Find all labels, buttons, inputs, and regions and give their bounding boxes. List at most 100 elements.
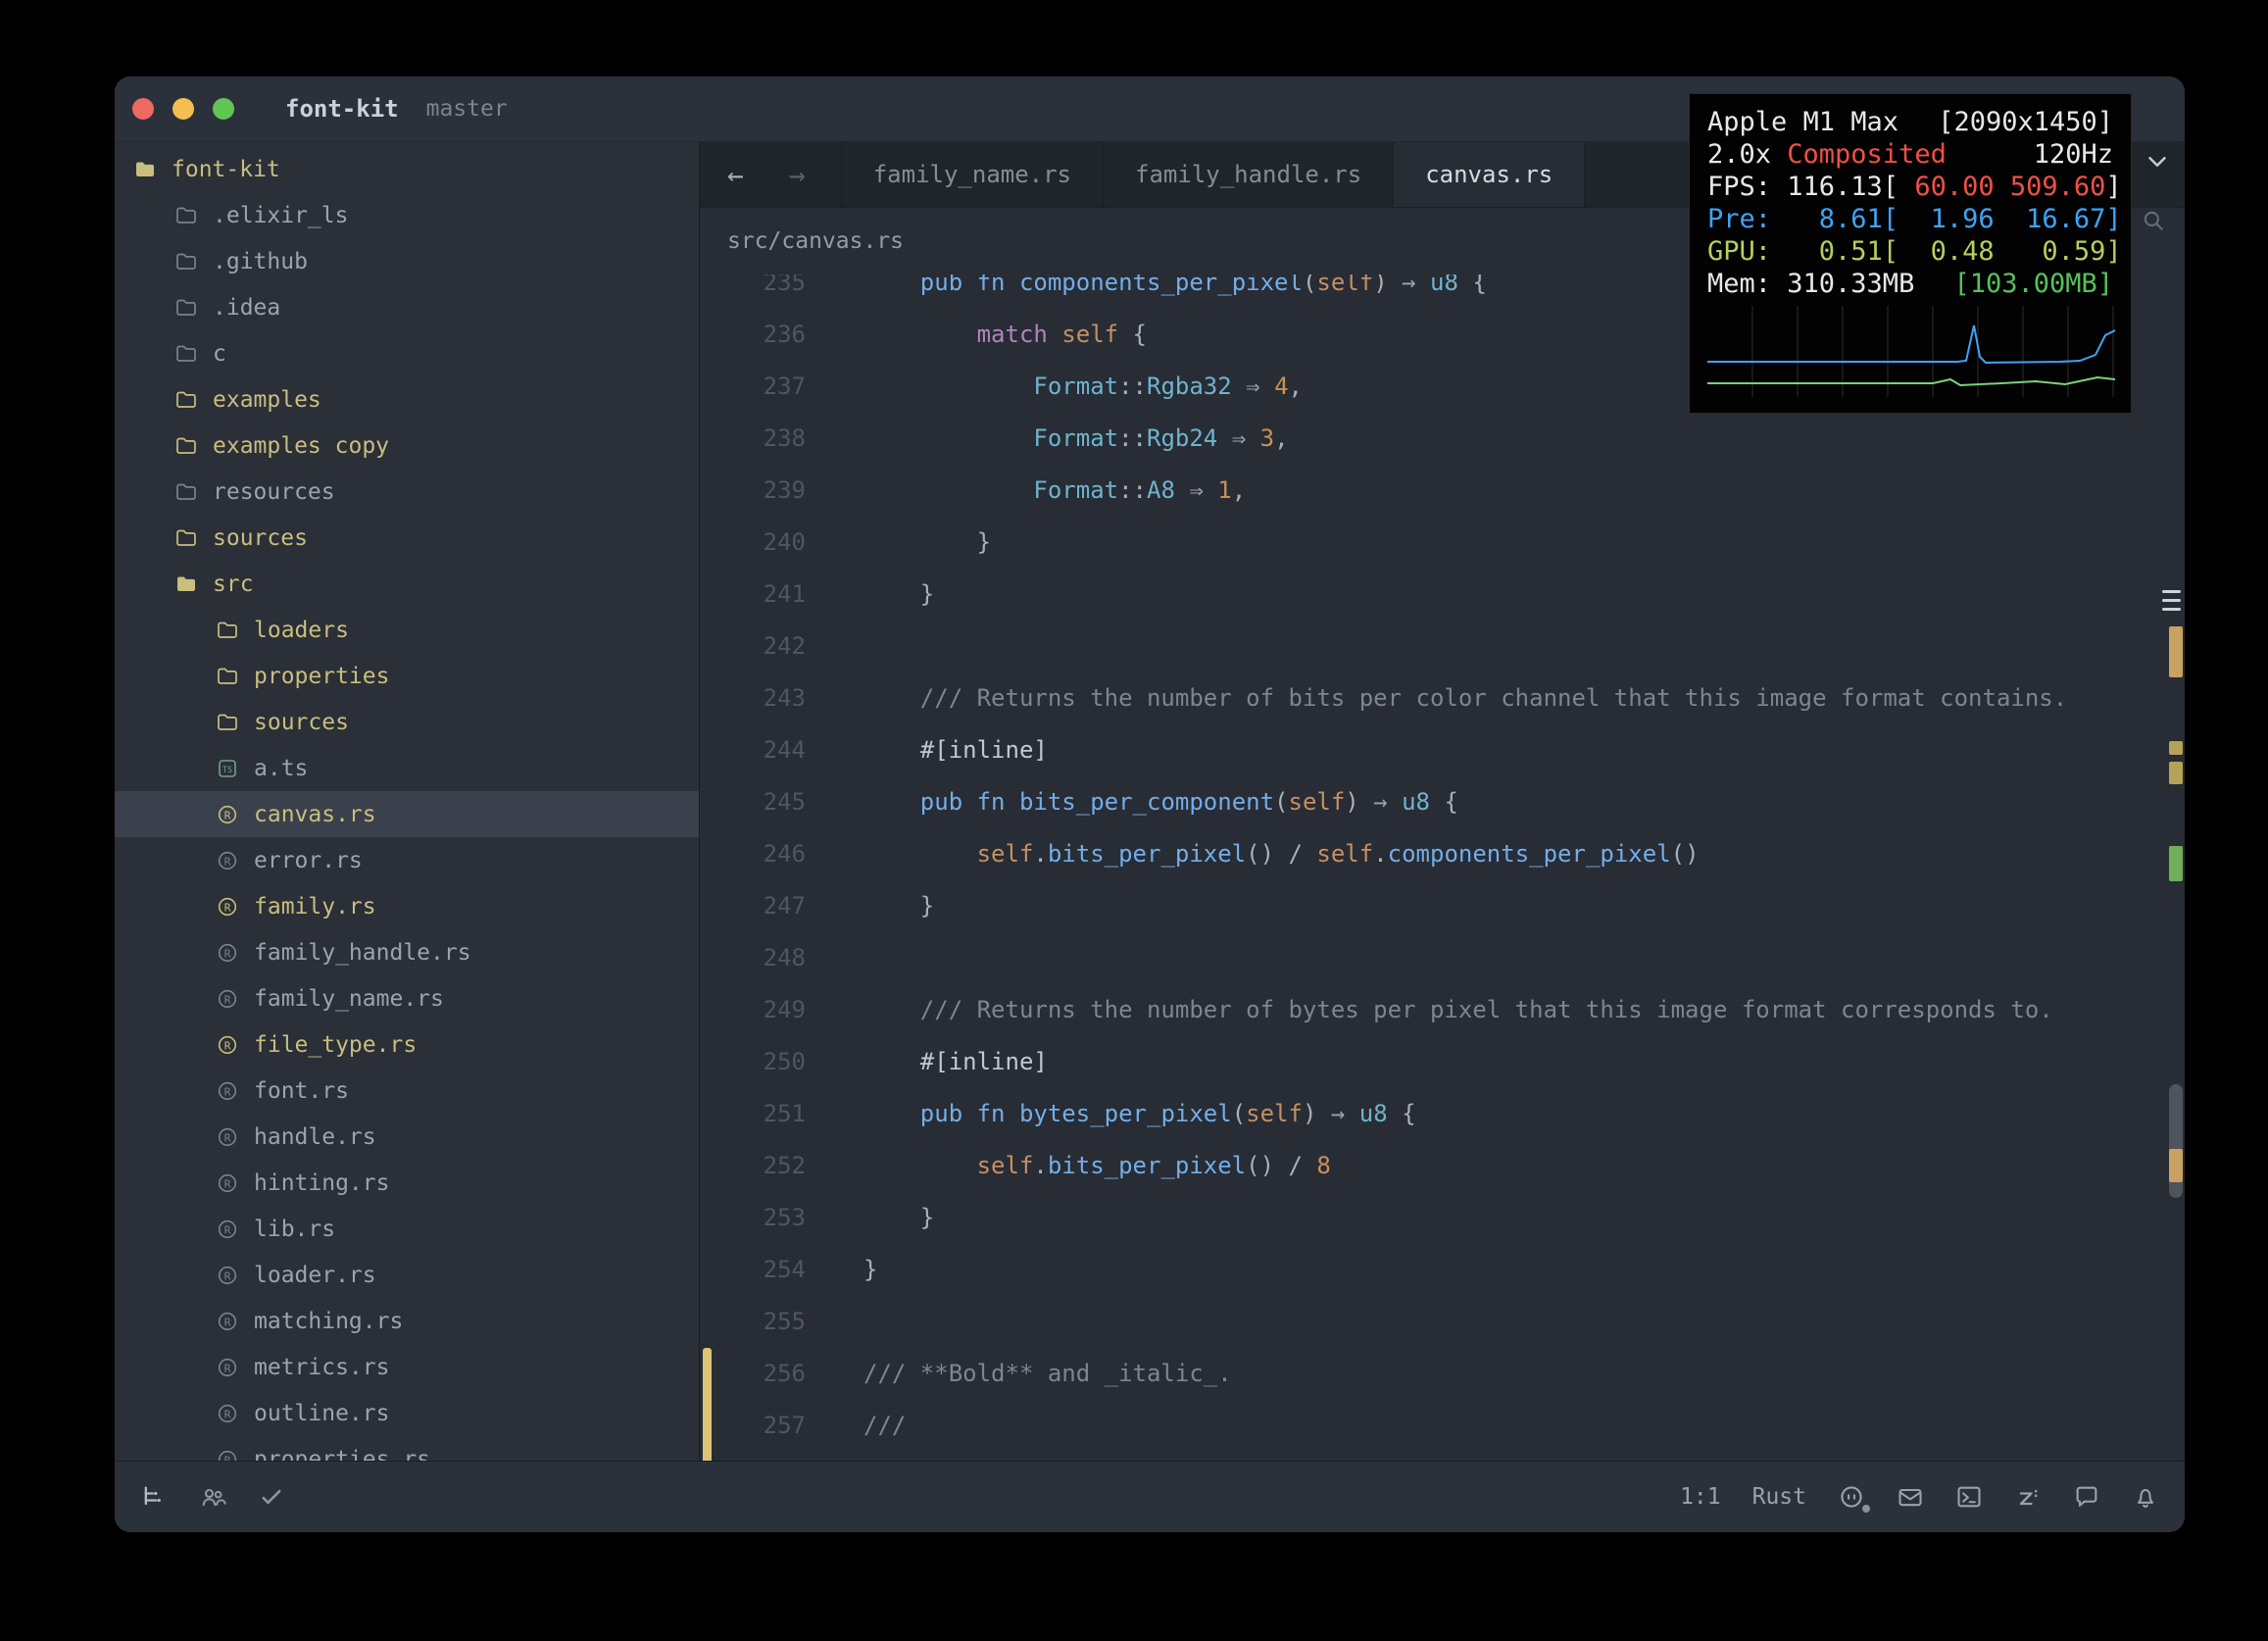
file-tree-item[interactable]: R family.rs	[115, 883, 699, 929]
project-title[interactable]: font-kit	[285, 95, 399, 123]
file-tree-item[interactable]: R loader.rs	[115, 1252, 699, 1298]
file-tree-item[interactable]: examples	[115, 376, 699, 423]
assistant-z-icon[interactable]	[2014, 1483, 2042, 1511]
file-tree-item[interactable]: R font.rs	[115, 1068, 699, 1114]
chevron-down-icon[interactable]	[2143, 147, 2172, 180]
code-line[interactable]: 257 ///	[700, 1400, 2185, 1452]
file-tree-item[interactable]: examples copy	[115, 423, 699, 469]
file-name: c	[213, 341, 226, 367]
code-line[interactable]: 246 self.bits_per_pixel() / self.compone…	[700, 828, 2185, 880]
file-name: hinting.rs	[254, 1170, 389, 1196]
svg-text:R: R	[224, 809, 231, 821]
editor-tab[interactable]: canvas.rs	[1394, 142, 1585, 207]
file-tree-item[interactable]: loaders	[115, 607, 699, 653]
collaboration-icon[interactable]	[199, 1483, 226, 1511]
file-tree-item[interactable]: properties	[115, 653, 699, 699]
rust-icon: R	[215, 1401, 240, 1426]
code-line[interactable]: 247 }	[700, 880, 2185, 932]
git-branch-label[interactable]: master	[426, 96, 508, 122]
file-tree-item[interactable]: src	[115, 561, 699, 607]
code-line[interactable]: 244 #[inline]	[700, 724, 2185, 776]
code-line[interactable]: 249 /// Returns the number of bytes per …	[700, 984, 2185, 1036]
svg-text:R: R	[224, 1039, 231, 1052]
ts-icon: TS	[215, 756, 240, 781]
notifications-bell-icon[interactable]	[2132, 1483, 2159, 1511]
svg-text:R: R	[224, 1408, 231, 1420]
file-tree-item[interactable]: R handle.rs	[115, 1114, 699, 1160]
file-tree-item[interactable]: sources	[115, 515, 699, 561]
minimize-window-button[interactable]	[173, 98, 194, 120]
search-icon[interactable]	[2141, 208, 2166, 237]
file-tree-item[interactable]: TS a.ts	[115, 745, 699, 791]
file-name: matching.rs	[254, 1309, 403, 1334]
editor-tab[interactable]: family_name.rs	[841, 142, 1104, 207]
chat-icon[interactable]	[2073, 1483, 2100, 1511]
line-number: 241	[700, 569, 806, 621]
code-line[interactable]: 254 }	[700, 1244, 2185, 1296]
code-line[interactable]: 250 #[inline]	[700, 1036, 2185, 1088]
code-line[interactable]: 252 self.bits_per_pixel() / 8	[700, 1140, 2185, 1192]
file-tree-item[interactable]: R family_name.rs	[115, 975, 699, 1021]
file-tree-item[interactable]: font-kit	[115, 146, 699, 192]
editor-tab[interactable]: family_handle.rs	[1104, 142, 1394, 207]
code-line[interactable]: 245 pub fn bits_per_component(self) → u8…	[700, 776, 2185, 828]
code-line[interactable]: 238 Format::Rgb24 ⇒ 3,	[700, 413, 2185, 465]
cursor-position[interactable]: 1:1	[1680, 1484, 1721, 1510]
code-line[interactable]: 243 /// Returns the number of bits per c…	[700, 672, 2185, 724]
svg-text:R: R	[224, 1223, 231, 1236]
file-tree-item[interactable]: R family_handle.rs	[115, 929, 699, 975]
diagnostics-check-icon[interactable]	[258, 1483, 285, 1511]
file-tree-item[interactable]: resources	[115, 469, 699, 515]
svg-text:R: R	[224, 1316, 231, 1328]
file-tree-item[interactable]: R outline.rs	[115, 1390, 699, 1436]
file-name: canvas.rs	[254, 802, 376, 827]
file-tree-item[interactable]: R error.rs	[115, 837, 699, 883]
feedback-mail-icon[interactable]	[1897, 1483, 1924, 1511]
close-window-button[interactable]	[132, 98, 154, 120]
file-tree-item[interactable]: R lib.rs	[115, 1206, 699, 1252]
zoom-window-button[interactable]	[213, 98, 234, 120]
code-text: pub fn bytes_per_pixel(self) → u8 {	[863, 1088, 1416, 1140]
code-line[interactable]: 239 Format::A8 ⇒ 1,	[700, 465, 2185, 517]
copilot-icon[interactable]	[1838, 1483, 1865, 1511]
project-panel[interactable]: font-kit .elixir_ls .github .idea c exam…	[115, 142, 700, 1461]
navigate-forward-button[interactable]: →	[789, 159, 806, 191]
file-tree-item[interactable]: R matching.rs	[115, 1298, 699, 1344]
code-line[interactable]: 255	[700, 1296, 2185, 1348]
folder-icon	[173, 295, 199, 321]
code-text: self.bits_per_pixel() / 8	[863, 1140, 1331, 1192]
file-tree-item[interactable]: R metrics.rs	[115, 1344, 699, 1390]
file-tree-item[interactable]: R canvas.rs	[115, 791, 699, 837]
language-selector[interactable]: Rust	[1752, 1484, 1806, 1510]
code-line[interactable]: 241 }	[700, 569, 2185, 621]
file-tree-item[interactable]: R file_type.rs	[115, 1021, 699, 1068]
code-line[interactable]: 248	[700, 932, 2185, 984]
scrollbar-git-mark	[2169, 1149, 2183, 1182]
file-tree-item[interactable]: sources	[115, 699, 699, 745]
file-tree-item[interactable]: .github	[115, 238, 699, 284]
hud-stat-row: Pre: 8.61 [ 1.96 16.67]	[1707, 203, 2113, 235]
svg-text:R: R	[224, 901, 231, 914]
project-panel-toggle-icon[interactable]	[140, 1483, 168, 1511]
code-text: }	[863, 517, 991, 569]
line-number: 245	[700, 776, 806, 828]
code-line[interactable]: 240 }	[700, 517, 2185, 569]
file-tree-item[interactable]: R properties.rs	[115, 1436, 699, 1461]
file-tree-item[interactable]: c	[115, 330, 699, 376]
file-name: examples	[213, 387, 321, 413]
file-tree-item[interactable]: .elixir_ls	[115, 192, 699, 238]
breadcrumb[interactable]: src/canvas.rs	[727, 228, 904, 254]
code-line[interactable]: 253 }	[700, 1192, 2185, 1244]
terminal-icon[interactable]	[1955, 1483, 1983, 1511]
file-tree-item[interactable]: .idea	[115, 284, 699, 330]
code-editor[interactable]: 235 pub fn components_per_pixel(self) → …	[700, 274, 2185, 1461]
file-tree-item[interactable]: R hinting.rs	[115, 1160, 699, 1206]
tab-label: family_handle.rs	[1135, 161, 1361, 188]
navigate-back-button[interactable]: ←	[727, 159, 744, 191]
code-line[interactable]: 251 pub fn bytes_per_pixel(self) → u8 {	[700, 1088, 2185, 1140]
code-line[interactable]: 256 /// **Bold** and _italic_.	[700, 1348, 2185, 1400]
code-line[interactable]: 242	[700, 621, 2185, 672]
status-bar: 1:1 Rust	[115, 1461, 2185, 1532]
line-number: 240	[700, 517, 806, 569]
line-number: 251	[700, 1088, 806, 1140]
